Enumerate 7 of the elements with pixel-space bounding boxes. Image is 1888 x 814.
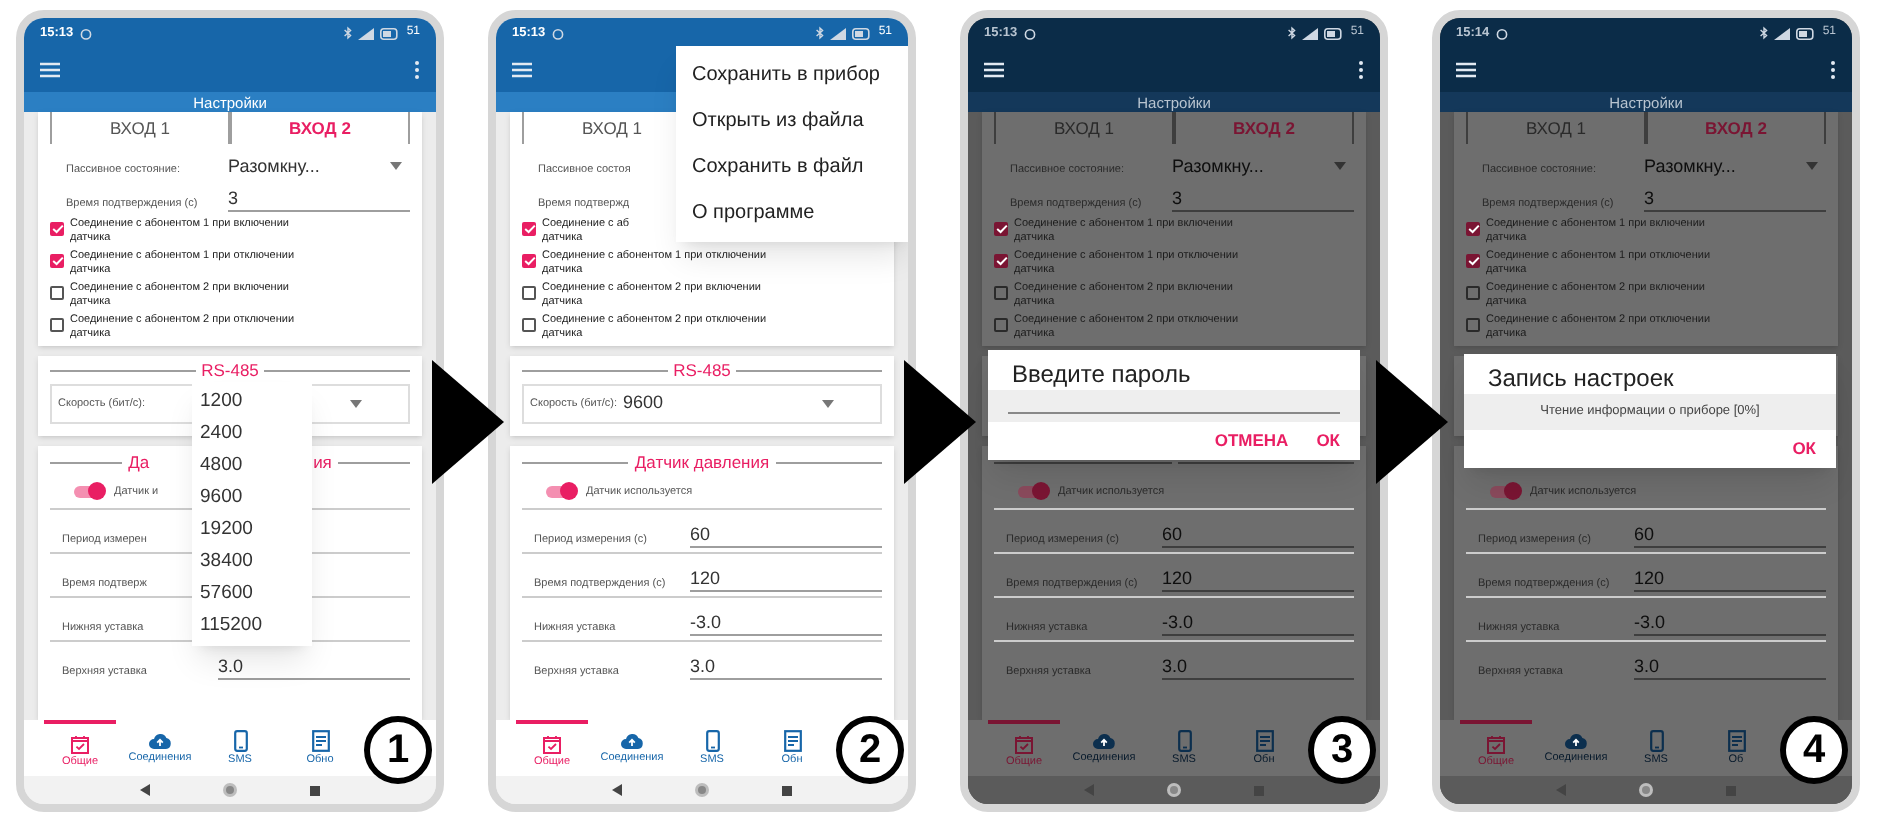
- section-title: Да: [128, 450, 150, 476]
- section-title: Датчик давления: [634, 450, 770, 476]
- section-title: RS-485: [201, 358, 259, 384]
- dialog-title: Введите пароль: [1010, 358, 1193, 390]
- section-title: ия: [313, 450, 332, 476]
- dialog-title: Запись настроек: [1486, 362, 1676, 394]
- section-title: RS-485: [673, 358, 731, 384]
